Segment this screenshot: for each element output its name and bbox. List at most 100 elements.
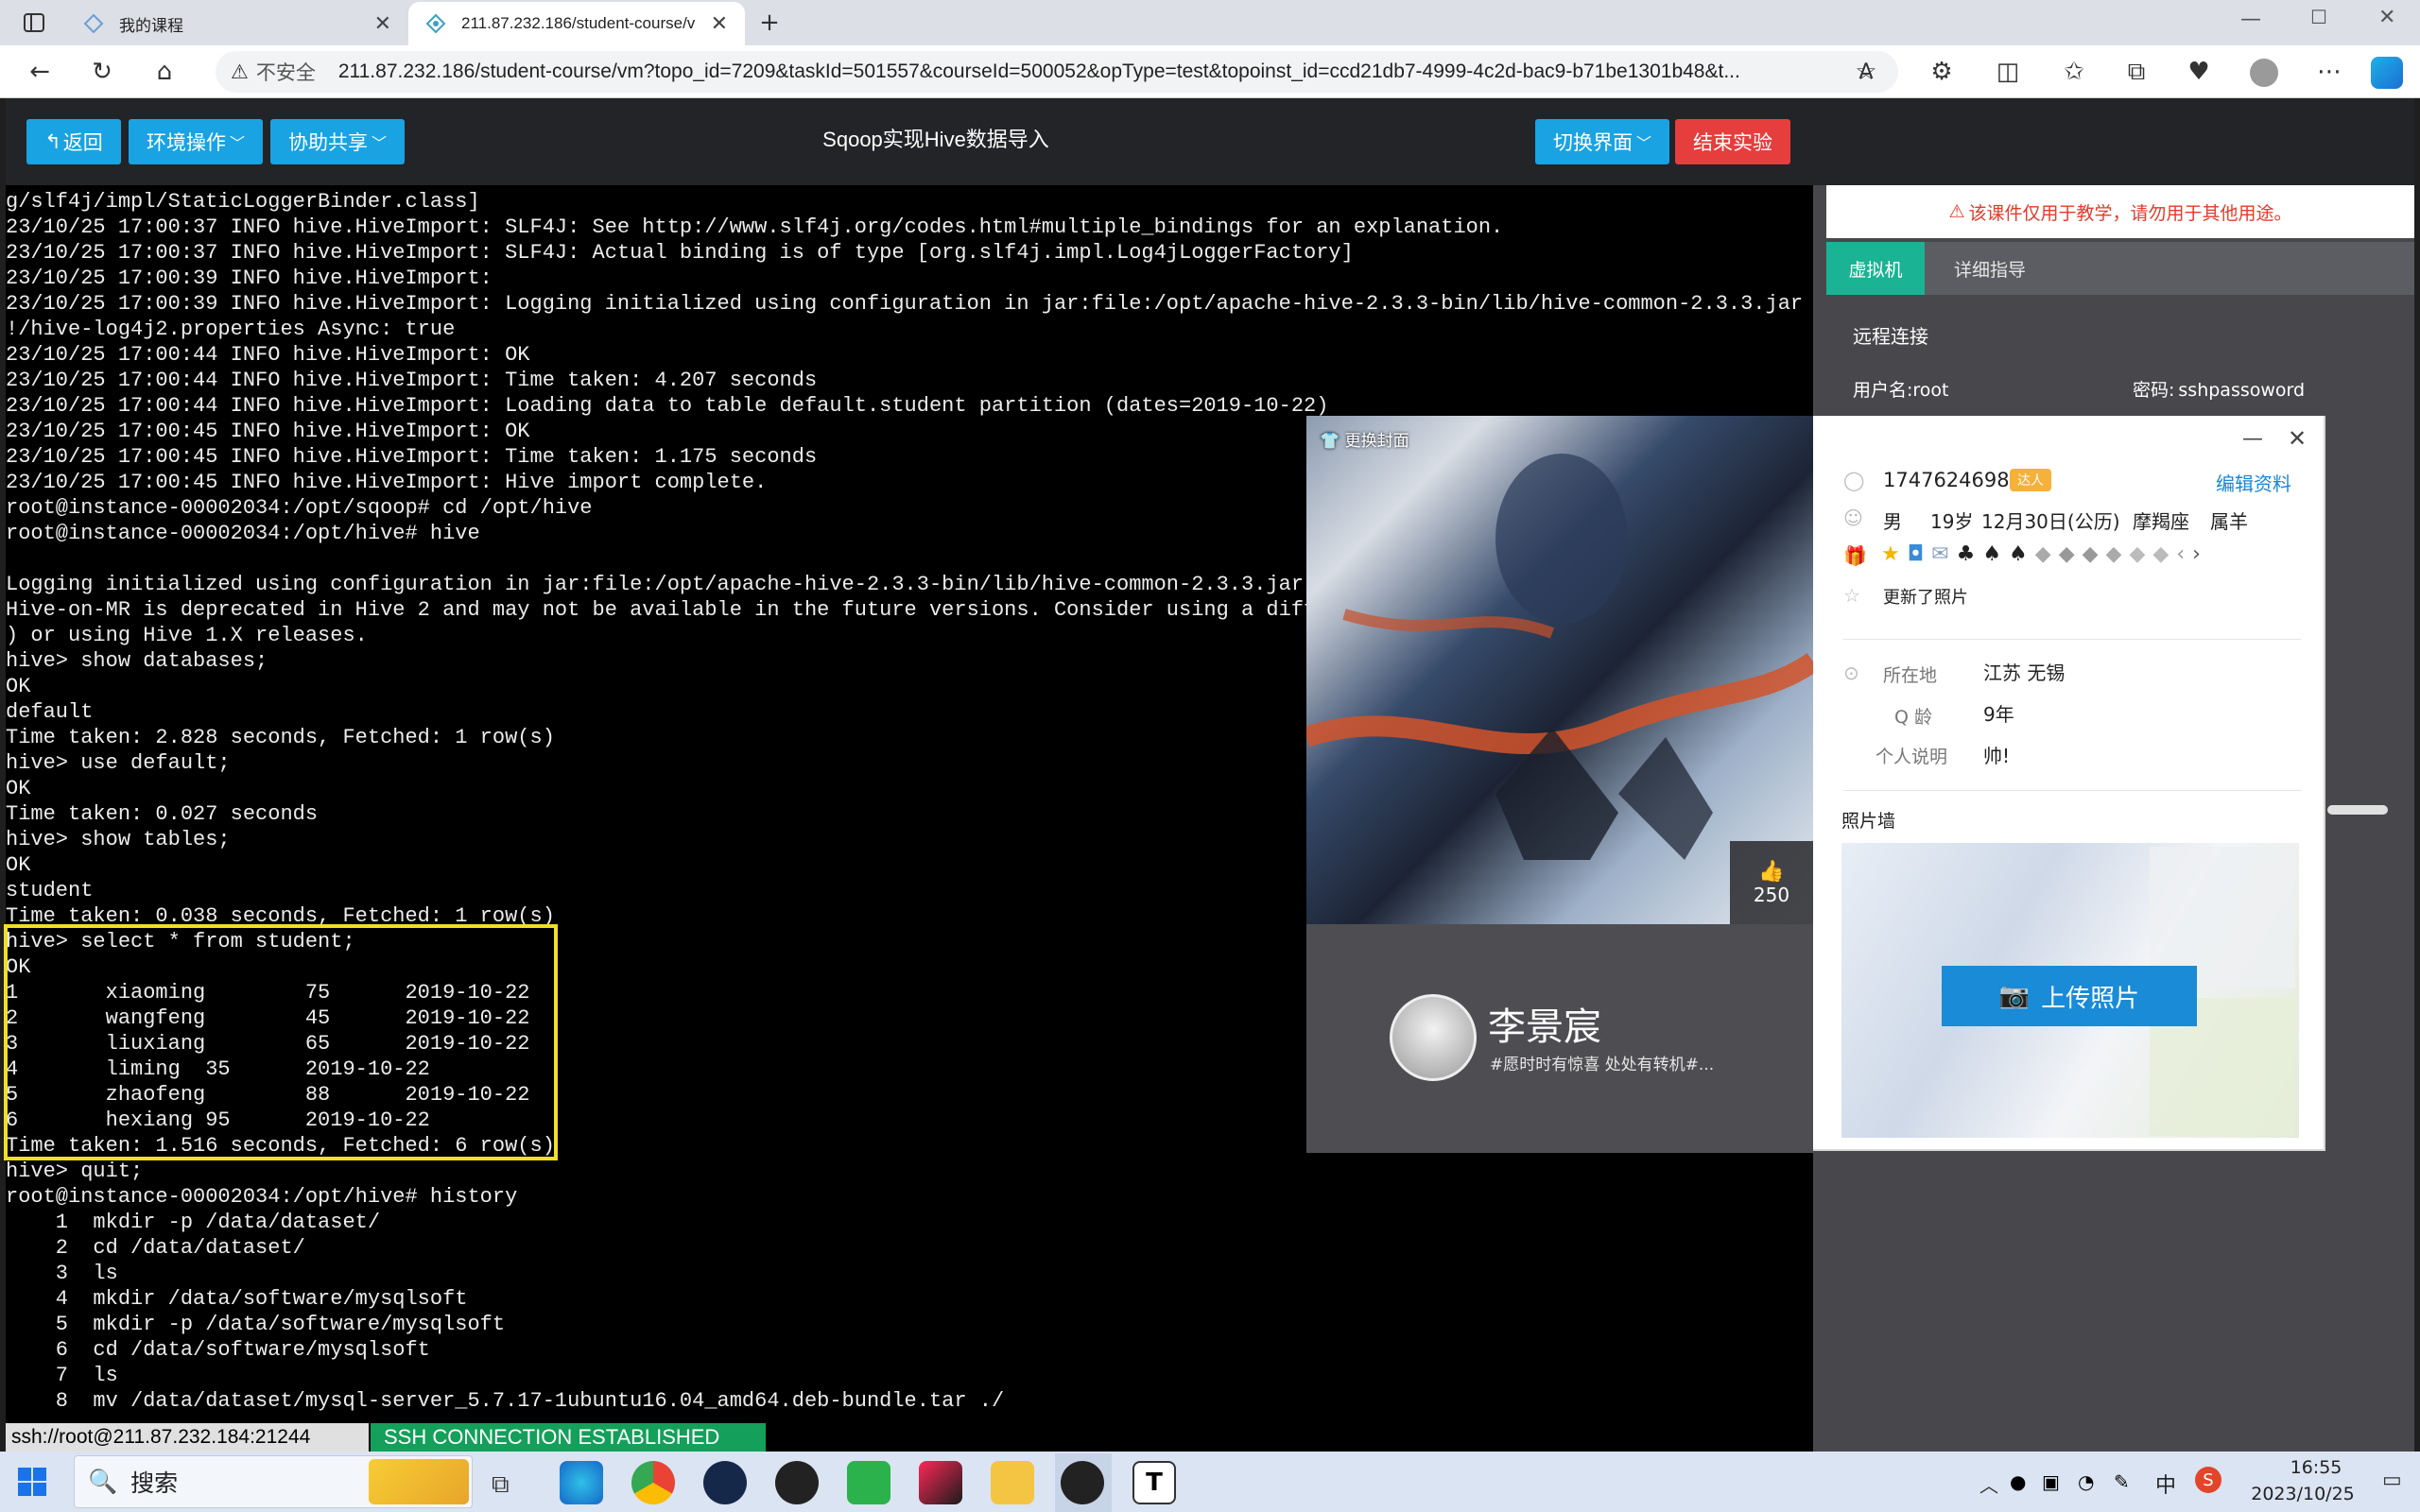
qq-tray-icon[interactable]: ●: [2010, 1470, 2026, 1493]
talent-badge: 达人: [2010, 469, 2051, 491]
end-experiment-button[interactable]: 结束实验: [1675, 119, 1790, 164]
terminal-line: OK: [6, 675, 31, 698]
qq-icon[interactable]: [1061, 1461, 1104, 1504]
terminal-line: 4 mkdir /data/software/mysqlsoft: [6, 1287, 468, 1311]
env-operation-button[interactable]: 环境操作 ﹀: [129, 119, 263, 164]
close-icon[interactable]: ✕: [2288, 425, 2307, 452]
back-icon[interactable]: ←: [17, 49, 62, 94]
jetbrains-icon[interactable]: [919, 1461, 962, 1504]
pen-icon[interactable]: ✎: [2114, 1470, 2130, 1493]
penguin-black-icon: ♠: [2009, 542, 2028, 566]
terminal-line: default: [6, 700, 94, 724]
collab-share-button[interactable]: 协助共享 ﹀: [270, 119, 405, 164]
tab-student-course[interactable]: 211.87.232.186/student-course/v ✕: [408, 2, 745, 45]
notification-icon[interactable]: ▭: [2382, 1469, 2402, 1492]
clock-date[interactable]: 2023/10/25: [2237, 1484, 2369, 1504]
file-explorer-icon[interactable]: [991, 1461, 1034, 1504]
switch-view-button[interactable]: 切换界面 ﹀: [1535, 119, 1669, 164]
terminal-line: 5 mkdir -p /data/software/mysqlsoft: [6, 1313, 506, 1336]
task-view-icon[interactable]: ⧉: [492, 1470, 510, 1500]
gender: 男: [1883, 510, 1902, 533]
terminal-line: OK: [6, 853, 31, 877]
tab-virtual-machine[interactable]: 虚拟机: [1826, 242, 1925, 295]
divider: [1843, 639, 2301, 640]
tab-close-icon[interactable]: ✕: [374, 12, 391, 36]
terminal-line: 23/10/25 17:00:45 INFO hive.HiveImport: …: [6, 420, 530, 443]
chevron-right-icon[interactable]: ›: [2192, 542, 2201, 566]
change-cover-button[interactable]: 👕 更换封面: [1320, 427, 1409, 451]
ssh-status-badge: SSH CONNECTION ESTABLISHED: [371, 1423, 766, 1452]
terminal-line: 23/10/25 17:00:44 INFO hive.HiveImport: …: [6, 343, 530, 367]
url-text: 211.87.232.186/student-course/vm?topo_id…: [337, 60, 1740, 82]
birthday: 12月30日(公历): [1981, 510, 2120, 533]
minimize-window-icon[interactable]: —: [2240, 8, 2261, 31]
qage-label: Q 龄: [1894, 707, 1932, 728]
like-button[interactable]: 👍 250: [1730, 841, 1813, 924]
sogou-icon[interactable]: S: [2195, 1467, 2221, 1493]
tab-favicon-icon: [83, 13, 104, 34]
thumb-up-icon: 👍: [1758, 859, 1785, 884]
chinese-zodiac: 属羊: [2210, 510, 2248, 533]
favorites-icon[interactable]: ✩: [2051, 49, 2097, 94]
extensions-icon[interactable]: ⚙: [1919, 49, 1964, 94]
back-button[interactable]: ↰ 返回: [26, 119, 121, 164]
profile-name: 李景宸: [1488, 1005, 1601, 1049]
app-tray-icon[interactable]: ▣: [2042, 1470, 2060, 1493]
copilot-icon[interactable]: [2371, 57, 2403, 89]
tab-favicon-icon: [425, 13, 446, 34]
shirt-icon: 👕: [1320, 432, 1340, 451]
typora-icon[interactable]: T: [1132, 1461, 1176, 1504]
home-icon[interactable]: ⌂: [142, 49, 187, 94]
terminal-line: ) or using Hive 1.X releases.: [6, 624, 368, 647]
maximize-window-icon[interactable]: ☐: [2310, 6, 2327, 28]
camera-badge-icon: ◘: [1907, 542, 1925, 566]
avatar[interactable]: [1390, 994, 1477, 1081]
more-menu-icon[interactable]: ⋯: [2307, 49, 2352, 94]
profile-avatar-icon[interactable]: [2250, 59, 2278, 87]
favorite-star-icon[interactable]: ☆: [1843, 49, 1889, 94]
person-icon: ☺: [1843, 507, 1863, 529]
chrome-icon[interactable]: [631, 1461, 675, 1504]
collections-icon[interactable]: ⧉: [2114, 49, 2159, 94]
windows-start-icon[interactable]: [17, 1467, 47, 1497]
close-window-icon[interactable]: ✕: [2378, 6, 2395, 29]
tray-chevron-up-icon[interactable]: ︿: [1979, 1470, 1998, 1498]
terminal-line: 2 cd /data/dataset/: [6, 1236, 305, 1260]
tab-detailed-guide[interactable]: 详细指导: [1928, 242, 2051, 295]
steam-icon[interactable]: [703, 1461, 747, 1504]
split-screen-icon[interactable]: ◫: [1985, 49, 2031, 94]
terminal-line: root@instance-00002034:/opt/hive# histor…: [6, 1185, 518, 1209]
tab-actions-icon[interactable]: [11, 0, 57, 45]
description-value: 帅!: [1983, 745, 2011, 767]
search-icon: 🔍: [88, 1468, 118, 1495]
location-label: 所在地: [1883, 665, 1938, 686]
clock-time[interactable]: 16:55: [2259, 1457, 2373, 1478]
upload-photo-button[interactable]: 📷 上传照片: [1942, 966, 2197, 1026]
terminal-line: 23/10/25 17:00:39 INFO hive.HiveImport:: [6, 266, 493, 290]
refresh-icon[interactable]: ↻: [79, 49, 125, 94]
side-slider-handle[interactable]: [2327, 805, 2388, 815]
tab-my-courses[interactable]: 我的课程 ✕: [66, 2, 408, 45]
chevron-left-icon[interactable]: ‹: [2176, 542, 2185, 566]
wifi-icon[interactable]: ◔: [2078, 1470, 2094, 1493]
tab-close-icon[interactable]: ✕: [711, 12, 728, 36]
diamond-icon: ◆: [2034, 542, 2051, 566]
terminal-line: Logging initialized using configuration …: [6, 573, 1329, 596]
wechat-icon[interactable]: [847, 1461, 890, 1504]
vip-icons-row: ★ ◘ ✉ ♣ ♠ ♠ ◆ ◆ ◆ ◆ ◆ ◆ ‹ ›: [1881, 542, 2201, 566]
ime-indicator[interactable]: 中: [2155, 1469, 2176, 1499]
update-notice[interactable]: 更新了照片: [1883, 584, 1968, 609]
address-input[interactable]: ⚠ 不安全 211.87.232.186/student-course/vm?t…: [216, 51, 1898, 93]
diamond-icon: ◆: [2082, 542, 2099, 566]
search-highlight-icon: [369, 1459, 469, 1504]
new-tab-icon[interactable]: +: [747, 0, 792, 45]
username-row: 用户名:root: [1853, 380, 1949, 401]
diamond-icon: ◆: [2058, 542, 2075, 566]
browser-essentials-icon[interactable]: ♥: [2176, 49, 2221, 94]
qq-icon[interactable]: [775, 1461, 819, 1504]
edge-icon[interactable]: [560, 1461, 603, 1504]
edit-profile-link[interactable]: 编辑资料: [2216, 469, 2291, 496]
security-label: 不安全: [255, 62, 316, 84]
minimize-icon[interactable]: —: [2242, 427, 2263, 451]
password-value: sshpassoword: [2178, 380, 2306, 401]
